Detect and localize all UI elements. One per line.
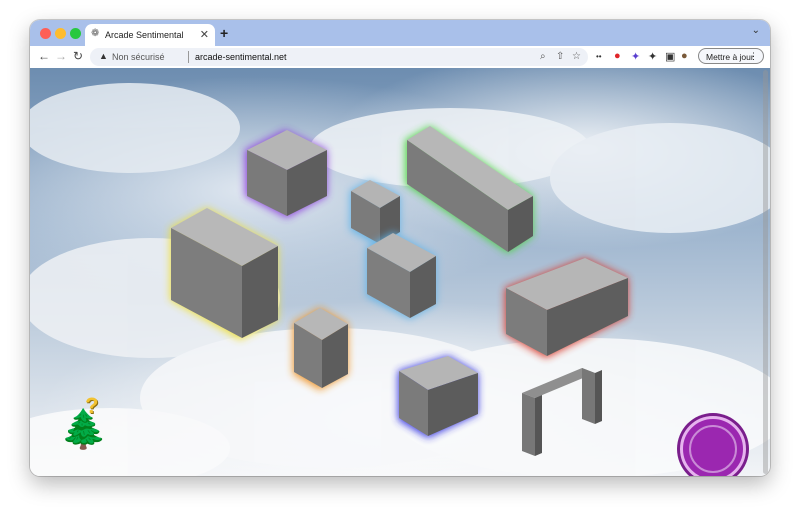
close-window-button[interactable]	[40, 28, 51, 39]
game-viewport[interactable]: 🌲 ?	[30, 68, 770, 476]
close-tab-icon[interactable]: ✕	[200, 28, 209, 41]
blue-tall-block[interactable]	[366, 232, 436, 319]
warning-icon[interactable]: ▲	[99, 51, 108, 61]
address-bar[interactable]: ▲ Non sécurisé arcade-sentimental.net ⌕ …	[90, 48, 588, 66]
reload-icon[interactable]: ↻	[73, 49, 83, 63]
opera-extension-icon[interactable]: ●	[614, 50, 621, 62]
separator	[188, 51, 189, 63]
share-icon[interactable]: ⇧	[556, 51, 564, 62]
back-icon[interactable]: ←	[38, 49, 50, 63]
update-button[interactable]: Mettre à jour ⋮	[698, 48, 764, 64]
action-button-ring	[689, 425, 737, 473]
extension-dots-icon[interactable]: ••	[596, 52, 602, 61]
title-bar: ❁ Arcade Sentimental ✕ + ⌄	[30, 20, 770, 46]
maximize-window-button[interactable]	[70, 28, 81, 39]
badge-extension-icon[interactable]: ✦	[631, 50, 640, 63]
url-text[interactable]: arcade-sentimental.net	[195, 52, 287, 62]
action-button[interactable]	[680, 416, 746, 476]
scrollbar[interactable]	[763, 70, 768, 474]
new-tab-button[interactable]: +	[220, 25, 228, 41]
tree-icon[interactable]: 🌲	[60, 408, 107, 452]
update-label: Mettre à jour	[706, 52, 754, 62]
sidebar-icon[interactable]: ▣	[665, 50, 675, 63]
game-scene	[30, 83, 770, 476]
bookmark-star-icon[interactable]: ☆	[572, 51, 581, 62]
browser-window: ❁ Arcade Sentimental ✕ + ⌄ ← → ↻ ▲ Non s…	[30, 20, 770, 476]
puzzle-extensions-icon[interactable]: ✦	[648, 50, 657, 63]
tab-arcade-sentimental[interactable]: ❁ Arcade Sentimental ✕	[85, 24, 215, 46]
orange-block[interactable]	[293, 308, 348, 390]
forward-icon[interactable]: →	[55, 49, 67, 63]
tab-search-icon[interactable]: ⌄	[752, 25, 760, 36]
hint-question-icon[interactable]: ?	[85, 393, 98, 419]
zoom-icon[interactable]: ⌕	[540, 51, 546, 62]
security-label[interactable]: Non sécurisé	[112, 52, 165, 62]
browser-toolbar: ← → ↻ ▲ Non sécurisé arcade-sentimental.…	[30, 46, 770, 69]
favicon-icon: ❁	[91, 28, 100, 39]
minimize-window-button[interactable]	[55, 28, 66, 39]
tab-title: Arcade Sentimental	[105, 30, 184, 40]
avatar[interactable]: ●	[681, 50, 688, 62]
menu-icon[interactable]: ⋮	[749, 51, 758, 62]
